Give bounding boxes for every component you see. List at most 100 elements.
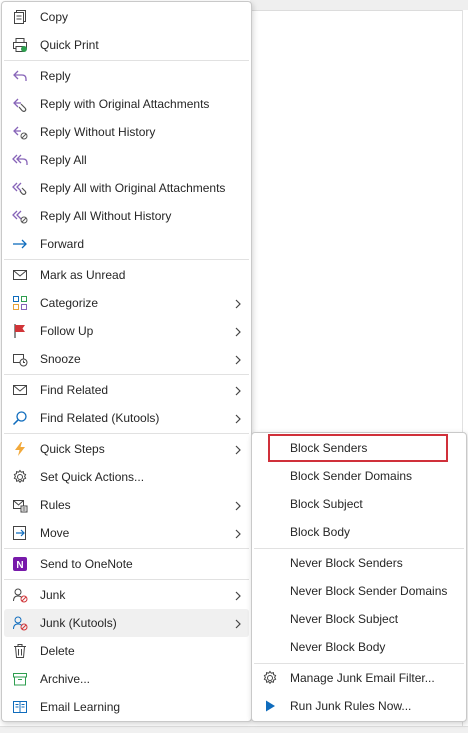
chevron-right-icon — [233, 326, 243, 337]
chevron-right-icon — [233, 298, 243, 309]
menu-item-label: Reply Without History — [40, 125, 156, 139]
submenu-item-never-block-body[interactable]: Never Block Body — [254, 633, 464, 661]
reply-all-icon — [11, 152, 29, 168]
menu-item-label: Reply All Without History — [40, 209, 172, 223]
submenu-item-label: Block Subject — [290, 497, 363, 511]
menu-item-label: Junk — [40, 588, 66, 602]
menu-item-label: Copy — [40, 10, 69, 24]
submenu-item-never-block-senders[interactable]: Never Block Senders — [254, 549, 464, 577]
menu-item-reply-all-attachments[interactable]: Reply All with Original Attachments — [4, 174, 249, 202]
menu-item-label: Reply All with Original Attachments — [40, 181, 226, 195]
chevron-right-icon — [233, 413, 243, 424]
forward-icon — [11, 236, 29, 252]
menu-item-reply-all[interactable]: Reply All — [4, 146, 249, 174]
menu-item-reply-all-no-history[interactable]: Reply All Without History — [4, 202, 249, 230]
submenu-item-label: Never Block Senders — [290, 556, 403, 570]
chevron-right-icon — [233, 500, 243, 511]
submenu-item-manage-junk-filter[interactable]: Manage Junk Email Filter... — [254, 664, 464, 692]
submenu-item-label: Never Block Subject — [290, 612, 399, 626]
menu-item-label: Forward — [40, 237, 85, 251]
reply-no-history-icon — [11, 124, 29, 140]
categorize-icon — [11, 295, 29, 311]
menu-item-categorize[interactable]: Categorize — [4, 289, 249, 317]
junk-icon — [11, 587, 29, 603]
menu-separator — [4, 60, 249, 61]
play-icon — [261, 698, 279, 714]
menu-item-label: Email Learning — [40, 700, 121, 714]
menu-item-quick-steps[interactable]: Quick Steps — [4, 435, 249, 463]
menu-item-label: Find Related (Kutools) — [40, 411, 160, 425]
menu-item-archive[interactable]: Archive... — [4, 665, 249, 693]
submenu-item-label: Never Block Body — [290, 640, 386, 654]
junk-kutools-icon — [11, 615, 29, 631]
copy-icon — [11, 9, 29, 25]
menu-item-follow-up[interactable]: Follow Up — [4, 317, 249, 345]
submenu-item-block-subject[interactable]: Block Subject — [254, 490, 464, 518]
submenu-item-block-sender-domains[interactable]: Block Sender Domains — [254, 462, 464, 490]
menu-separator — [4, 374, 249, 375]
delete-icon — [11, 643, 29, 659]
menu-item-label: Move — [40, 526, 70, 540]
submenu-item-run-junk-rules[interactable]: Run Junk Rules Now... — [254, 692, 464, 720]
menu-item-mark-unread[interactable]: Mark as Unread — [4, 261, 249, 289]
reply-all-attachments-icon — [11, 180, 29, 196]
chevron-right-icon — [233, 385, 243, 396]
menu-item-reply[interactable]: Reply — [4, 62, 249, 90]
menu-item-quick-print[interactable]: Quick Print — [4, 31, 249, 59]
submenu-item-never-block-sender-domains[interactable]: Never Block Sender Domains — [254, 577, 464, 605]
menu-item-label: Follow Up — [40, 324, 94, 338]
submenu-item-label: Block Sender Domains — [290, 469, 413, 483]
menu-separator — [4, 579, 249, 580]
menu-item-find-related[interactable]: Find Related — [4, 376, 249, 404]
reply-all-no-history-icon — [11, 208, 29, 224]
rules-icon — [11, 497, 29, 513]
context-menu: Copy Quick Print Reply Reply with Origin… — [1, 1, 252, 722]
chevron-right-icon — [233, 354, 243, 365]
menu-item-label: Quick Print — [40, 38, 99, 52]
menu-item-label: Snooze — [40, 352, 81, 366]
menu-item-label: Rules — [40, 498, 71, 512]
move-icon — [11, 525, 29, 541]
menu-separator — [4, 259, 249, 260]
search-icon — [11, 410, 29, 426]
menu-item-copy[interactable]: Copy — [4, 3, 249, 31]
svg-text:N: N — [16, 560, 23, 571]
lightning-icon — [11, 441, 29, 457]
chevron-right-icon — [233, 528, 243, 539]
submenu-item-label: Never Block Sender Domains — [290, 584, 448, 598]
mark-unread-icon — [11, 267, 29, 283]
submenu-item-label: Run Junk Rules Now... — [290, 699, 412, 713]
submenu-item-never-block-subject[interactable]: Never Block Subject — [254, 605, 464, 633]
menu-item-reply-attachments[interactable]: Reply with Original Attachments — [4, 90, 249, 118]
menu-item-find-related-kutools[interactable]: Find Related (Kutools) — [4, 404, 249, 432]
menu-item-reply-no-history[interactable]: Reply Without History — [4, 118, 249, 146]
menu-item-move[interactable]: Move — [4, 519, 249, 547]
chevron-right-icon — [233, 444, 243, 455]
menu-item-forward[interactable]: Forward — [4, 230, 249, 258]
menu-item-rules[interactable]: Rules — [4, 491, 249, 519]
reply-attachments-icon — [11, 96, 29, 112]
menu-item-label: Mark as Unread — [40, 268, 126, 282]
menu-item-send-to-onenote[interactable]: N Send to OneNote — [4, 550, 249, 578]
chevron-right-icon — [233, 590, 243, 601]
reply-icon — [11, 68, 29, 84]
gear-icon — [261, 670, 279, 686]
menu-item-label: Reply with Original Attachments — [40, 97, 210, 111]
snooze-icon — [11, 351, 29, 367]
menu-item-label: Delete — [40, 644, 75, 658]
archive-icon — [11, 671, 29, 687]
menu-separator — [4, 548, 249, 549]
menu-item-email-learning[interactable]: Email Learning — [4, 693, 249, 721]
menu-item-label: Send to OneNote — [40, 557, 133, 571]
menu-item-junk-kutools[interactable]: Junk (Kutools) — [4, 609, 249, 637]
chevron-right-icon — [233, 618, 243, 629]
menu-item-set-quick-actions[interactable]: Set Quick Actions... — [4, 463, 249, 491]
submenu-item-block-body[interactable]: Block Body — [254, 518, 464, 546]
menu-item-junk[interactable]: Junk — [4, 581, 249, 609]
menu-item-snooze[interactable]: Snooze — [4, 345, 249, 373]
menu-item-delete[interactable]: Delete — [4, 637, 249, 665]
find-related-icon — [11, 382, 29, 398]
junk-kutools-submenu: Block Senders Block Sender Domains Block… — [251, 432, 467, 722]
submenu-item-label: Manage Junk Email Filter... — [290, 671, 435, 685]
menu-separator — [4, 433, 249, 434]
